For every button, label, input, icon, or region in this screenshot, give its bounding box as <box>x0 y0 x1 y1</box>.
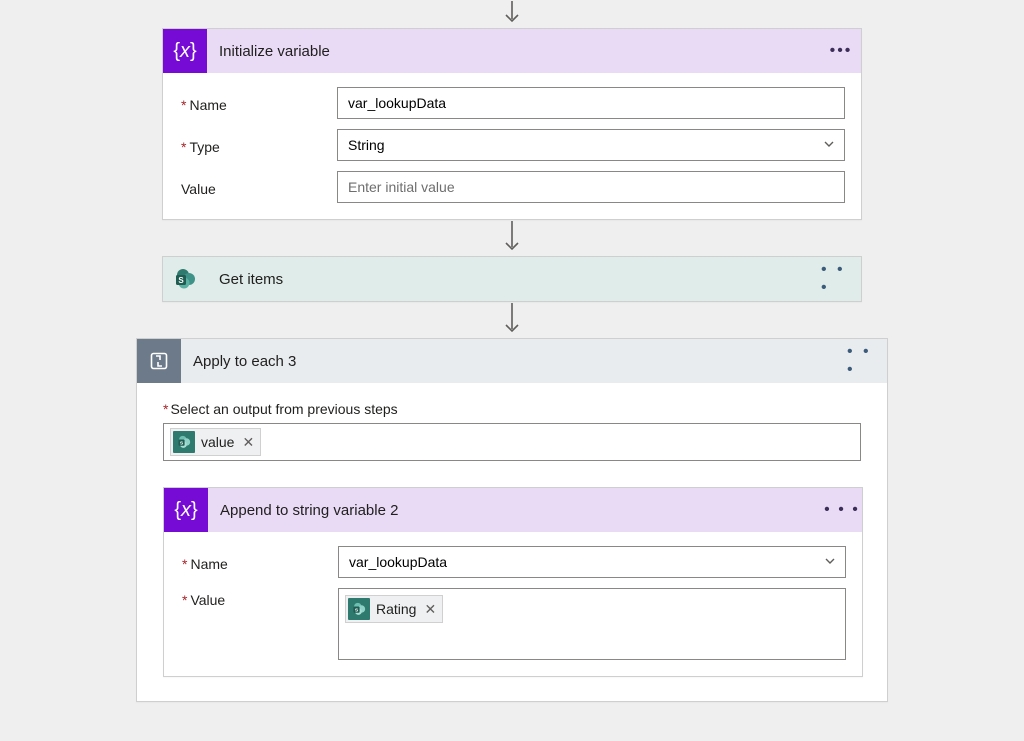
field-label-select-output: *Select an output from previous steps <box>163 401 861 417</box>
flow-arrow <box>505 0 519 28</box>
card-title: Apply to each 3 <box>181 353 847 370</box>
type-select[interactable] <box>337 129 845 161</box>
more-menu-icon[interactable]: ••• <box>821 42 861 60</box>
flow-arrow <box>505 220 519 256</box>
more-menu-icon[interactable]: • • • <box>847 343 887 379</box>
sharepoint-icon: S <box>173 431 195 453</box>
loop-icon <box>137 339 181 383</box>
variable-icon: {x} <box>163 29 207 73</box>
dynamic-content-token[interactable]: S value ✕ <box>170 428 261 456</box>
token-label: Rating <box>376 601 416 617</box>
get-items-card[interactable]: S Get items • • • <box>162 256 862 302</box>
token-label: value <box>201 434 234 450</box>
get-items-header[interactable]: S Get items • • • <box>163 257 861 301</box>
card-title: Append to string variable 2 <box>208 502 822 519</box>
field-label-type: *Type <box>179 135 337 155</box>
card-title: Initialize variable <box>207 43 821 60</box>
initialize-variable-card[interactable]: {x} Initialize variable ••• *Name *Type <box>162 28 862 220</box>
value-input[interactable] <box>337 171 845 203</box>
apply-to-each-header[interactable]: Apply to each 3 • • • <box>137 339 887 383</box>
name-select[interactable] <box>338 546 846 578</box>
field-label-value: *Value <box>180 588 338 608</box>
token-remove-icon[interactable]: ✕ <box>242 434 254 451</box>
svg-text:S: S <box>178 276 184 285</box>
apply-to-each-card[interactable]: Apply to each 3 • • • *Select an output … <box>136 338 888 702</box>
name-input[interactable] <box>337 87 845 119</box>
field-label-name: *Name <box>180 552 338 572</box>
variable-icon: {x} <box>164 488 208 532</box>
sharepoint-icon: S <box>348 598 370 620</box>
flow-arrow <box>505 302 519 338</box>
append-to-string-header[interactable]: {x} Append to string variable 2 • • • <box>164 488 862 532</box>
initialize-variable-header[interactable]: {x} Initialize variable ••• <box>163 29 861 73</box>
card-title: Get items <box>207 271 821 288</box>
value-input[interactable]: S Rating ✕ <box>338 588 846 660</box>
append-to-string-card[interactable]: {x} Append to string variable 2 • • • *N… <box>163 487 863 677</box>
more-menu-icon[interactable]: • • • <box>821 261 861 297</box>
sharepoint-icon: S <box>163 257 207 301</box>
field-label-name: *Name <box>179 93 337 113</box>
more-menu-icon[interactable]: • • • <box>822 501 862 519</box>
field-label-value: Value <box>179 177 337 197</box>
dynamic-content-token[interactable]: S Rating ✕ <box>345 595 443 623</box>
token-remove-icon[interactable]: ✕ <box>424 601 436 618</box>
select-output-input[interactable]: S value ✕ <box>163 423 861 461</box>
